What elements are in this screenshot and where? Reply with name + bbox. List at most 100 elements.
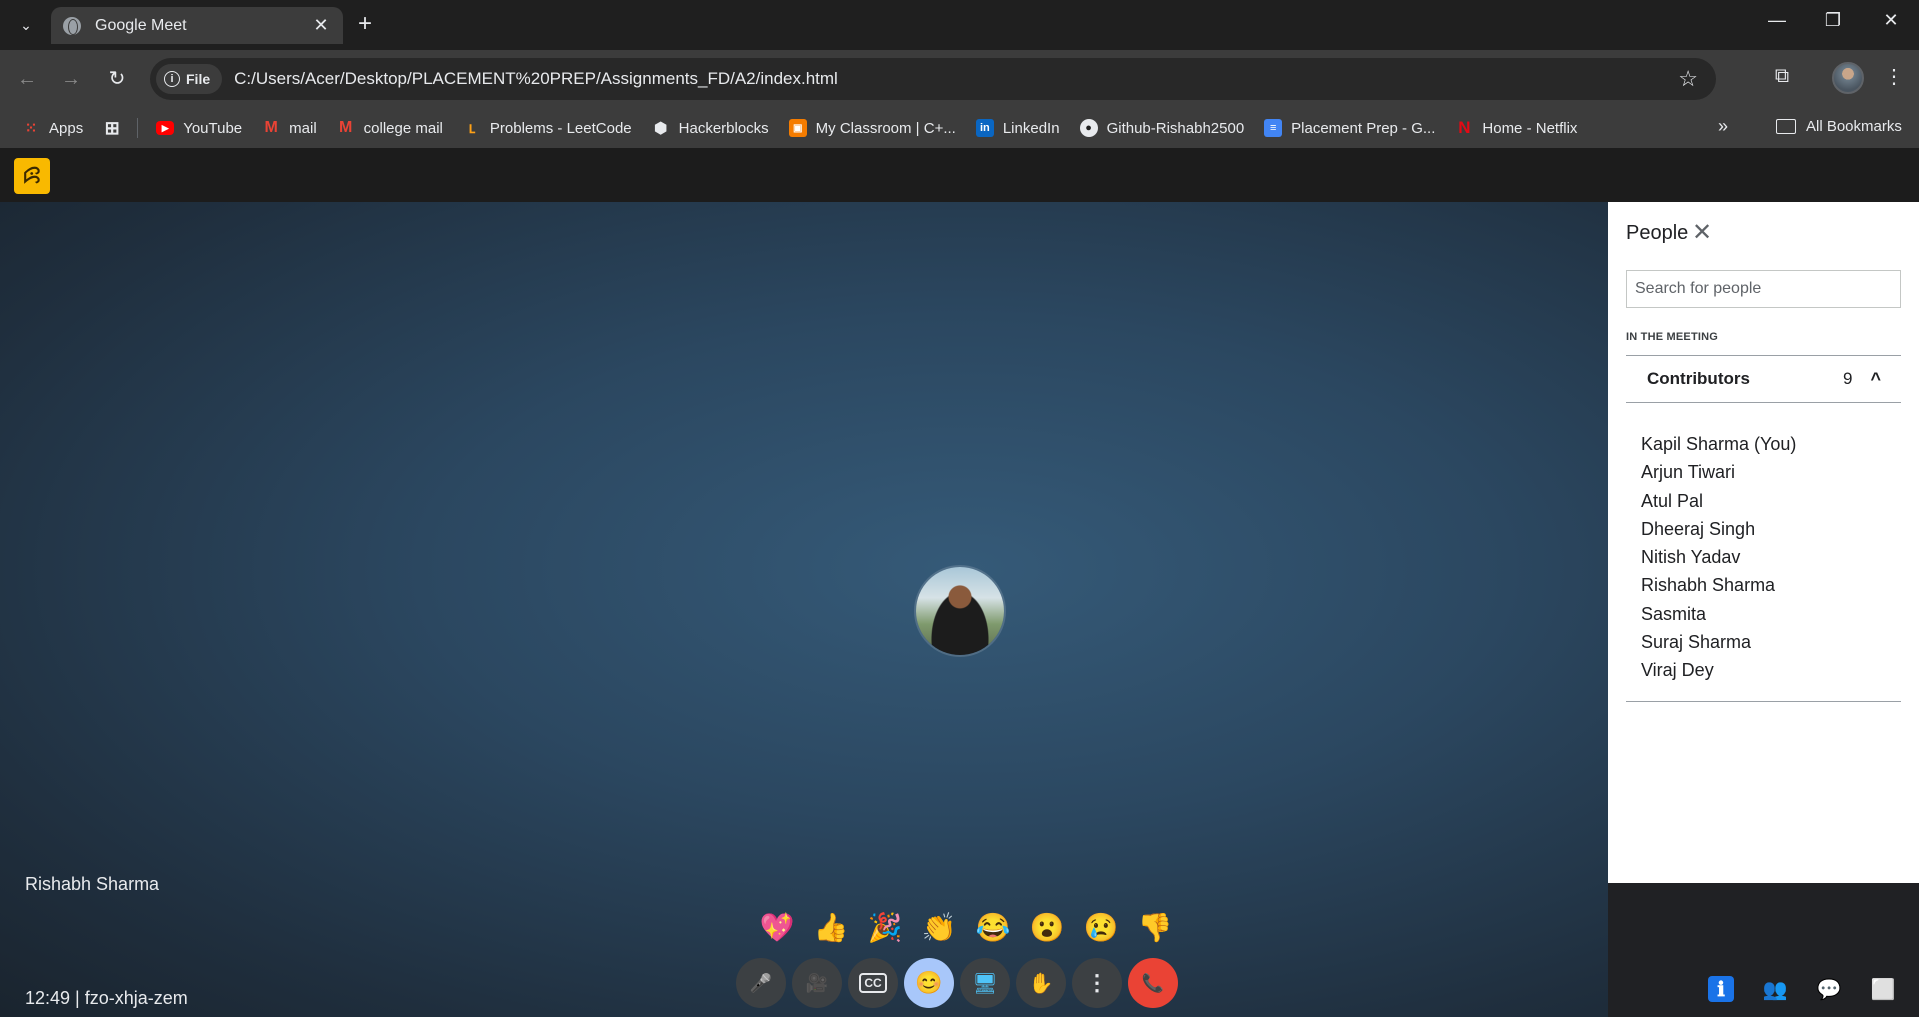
back-arrow-icon[interactable]: ← <box>14 66 40 92</box>
bookmark-label: Placement Prep - G... <box>1291 119 1436 137</box>
crying-face-reaction-icon[interactable]: 😢 <box>1074 908 1128 948</box>
hackerblocks-icon: ⬢ <box>654 120 668 137</box>
bookmark-apps[interactable]: ⁙ Apps <box>22 119 84 138</box>
browser-tab-google-meet[interactable]: Google Meet ✕ <box>51 7 343 44</box>
bookmark-my-classroom[interactable]: ▣ My Classroom | C+... <box>788 119 956 137</box>
activities-square-icon: ⬜ <box>1870 978 1896 1001</box>
apps-grid-icon: ⁙ <box>24 120 38 137</box>
browser-toolbar: ← → ↻ i File C:/Users/Acer/Desktop/PLACE… <box>0 50 1919 108</box>
emoji-reactions-button[interactable]: 😊 <box>904 958 954 1008</box>
gmail-icon: M <box>339 119 353 136</box>
url-text[interactable]: C:/Users/Acer/Desktop/PLACEMENT%20PREP/A… <box>234 69 1678 89</box>
info-icon: ℹ <box>1708 976 1734 1002</box>
participant-item[interactable]: Arjun Tiwari <box>1641 458 1796 486</box>
bookmark-label: Home - Netflix <box>1482 119 1578 137</box>
all-bookmarks-label: All Bookmarks <box>1806 118 1902 135</box>
thumbs-up-reaction-icon[interactable]: 👍 <box>804 908 858 948</box>
meeting-details-button[interactable]: ℹ <box>1704 972 1738 1006</box>
bookmark-placement-prep[interactable]: ≡ Placement Prep - G... <box>1264 119 1435 137</box>
present-screen-button[interactable]: 🖥 <box>960 958 1010 1008</box>
video-stage: Rishabh Sharma 💖 👍 🎉 👏 😂 😮 😢 👎 <box>0 202 1608 1017</box>
party-popper-reaction-icon[interactable]: 🎉 <box>858 908 912 948</box>
thumbs-down-reaction-icon[interactable]: 👎 <box>1128 908 1182 948</box>
netflix-icon: N <box>1458 118 1471 137</box>
bookmark-linkedin[interactable]: in LinkedIn <box>975 119 1060 137</box>
surprised-face-reaction-icon[interactable]: 😮 <box>1020 908 1074 948</box>
clapping-hands-reaction-icon[interactable]: 👏 <box>912 908 966 948</box>
all-bookmarks-button[interactable]: All Bookmarks <box>1776 118 1902 135</box>
laughing-face-reaction-icon[interactable]: 😂 <box>966 908 1020 948</box>
participant-item[interactable]: Sasmita <box>1641 600 1796 628</box>
site-info-chip[interactable]: i File <box>156 64 223 94</box>
participant-item[interactable]: Dheeraj Singh <box>1641 515 1796 543</box>
microphone-button[interactable]: 🎤 <box>736 958 786 1008</box>
bookmark-tab-groups[interactable]: ⊞ <box>103 117 121 138</box>
tab-close-icon[interactable]: ✕ <box>311 15 331 36</box>
chevron-up-icon[interactable]: ^ <box>1870 369 1881 390</box>
restore-window-icon[interactable]: ❐ <box>1818 10 1848 31</box>
time-and-meeting-code: 12:49 | fzo-xhja-zem <box>25 988 188 1008</box>
linkedin-icon: in <box>975 119 994 137</box>
contributors-group-header[interactable]: Contributors 9 ^ <box>1626 356 1901 402</box>
people-icon: 👥 <box>1762 978 1788 1001</box>
participant-list: Kapil Sharma (You) Arjun Tiwari Atul Pal… <box>1641 430 1796 685</box>
minimize-window-icon[interactable]: — <box>1762 10 1792 31</box>
close-panel-icon[interactable]: ✕ <box>1692 218 1712 247</box>
raise-hand-icon: ✋ <box>1028 972 1054 995</box>
extensions-puzzle-icon[interactable]: ⧉ <box>1769 65 1795 91</box>
participant-item[interactable]: Nitish Yadav <box>1641 543 1796 571</box>
address-bar[interactable]: i File C:/Users/Acer/Desktop/PLACEMENT%2… <box>150 58 1716 100</box>
github-icon: ● <box>1079 119 1098 137</box>
in-the-meeting-label: IN THE MEETING <box>1626 331 1719 343</box>
leave-call-button[interactable]: 📞 <box>1128 958 1178 1008</box>
people-button[interactable]: 👥 <box>1758 972 1792 1006</box>
classroom-icon: ▣ <box>788 119 807 137</box>
bookmarks-separator <box>137 118 139 138</box>
tab-search-chevron-icon[interactable]: ⌄ <box>14 13 38 37</box>
tab-groups-grid-icon: ⊞ <box>104 117 120 138</box>
contributors-count: 9 <box>1843 369 1853 388</box>
close-window-icon[interactable]: ✕ <box>1876 10 1906 31</box>
participant-item[interactable]: Suraj Sharma <box>1641 628 1796 656</box>
more-options-button[interactable]: ⋮ <box>1072 958 1122 1008</box>
bookmark-github[interactable]: ● Github-Rishabh2500 <box>1079 119 1245 137</box>
bookmark-youtube[interactable]: ▶ YouTube <box>156 120 242 137</box>
chat-button[interactable]: 💬 <box>1812 972 1846 1006</box>
browser-menu-icon[interactable]: ⋮ <box>1884 64 1904 89</box>
bookmark-leetcode[interactable]: ⳑ Problems - LeetCode <box>463 119 632 138</box>
people-panel-title: People <box>1626 222 1689 244</box>
activities-button[interactable]: ⬜ <box>1866 972 1900 1006</box>
bookmark-college-mail[interactable]: M college mail <box>337 119 443 137</box>
camera-button[interactable]: 🎥 <box>792 958 842 1008</box>
forward-arrow-icon[interactable]: → <box>58 66 84 92</box>
profile-avatar[interactable] <box>1832 62 1864 94</box>
bookmarks-overflow-chevron-icon[interactable]: » <box>1718 116 1728 137</box>
app-logo-icon[interactable]: ꕸ <box>14 158 50 194</box>
participant-item[interactable]: Atul Pal <box>1641 487 1796 515</box>
reload-icon[interactable]: ↻ <box>104 66 130 92</box>
search-people-input[interactable] <box>1626 270 1901 308</box>
sparkling-heart-reaction-icon[interactable]: 💖 <box>750 908 804 948</box>
leetcode-icon: ⳑ <box>468 120 476 137</box>
bookmark-label: Apps <box>49 119 84 137</box>
docs-icon: ≡ <box>1264 119 1283 137</box>
bookmark-label: Problems - LeetCode <box>489 119 632 137</box>
present-screen-icon: 🖥 <box>972 972 998 995</box>
captions-button[interactable]: CC <box>848 958 898 1008</box>
participant-item[interactable]: Rishabh Sharma <box>1641 571 1796 599</box>
bookmark-mail[interactable]: M mail <box>262 119 317 137</box>
bookmark-star-icon[interactable]: ☆ <box>1678 66 1698 92</box>
participant-item[interactable]: Kapil Sharma (You) <box>1641 430 1796 458</box>
more-vertical-icon: ⋮ <box>1086 970 1108 995</box>
info-icon: i <box>164 71 180 87</box>
phone-hangup-icon: 📞 <box>1141 972 1165 993</box>
captions-icon: CC <box>859 973 887 993</box>
people-panel: People ✕ IN THE MEETING Contributors 9 ^… <box>1608 202 1919 883</box>
bookmark-netflix[interactable]: N Home - Netflix <box>1455 118 1578 137</box>
raise-hand-button[interactable]: ✋ <box>1016 958 1066 1008</box>
participant-item[interactable]: Viraj Dey <box>1641 656 1796 684</box>
bookmark-label: mail <box>289 119 317 137</box>
bookmark-hackerblocks[interactable]: ⬢ Hackerblocks <box>652 119 769 138</box>
bookmark-label: Github-Rishabh2500 <box>1106 119 1245 137</box>
new-tab-button[interactable]: + <box>352 12 378 38</box>
